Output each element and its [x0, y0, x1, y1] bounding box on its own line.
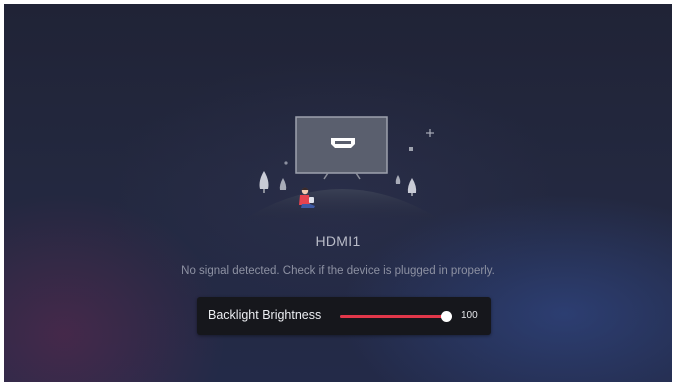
brightness-slider[interactable] — [340, 311, 452, 322]
sparkle-icon — [426, 129, 434, 137]
brightness-label: Backlight Brightness — [208, 308, 322, 322]
no-signal-message: No signal detected. Check if the device … — [181, 265, 495, 277]
source-title: HDMI1 — [315, 233, 361, 249]
sparkle-icon — [409, 147, 413, 151]
brightness-slider-thumb[interactable] — [441, 311, 452, 322]
backlight-brightness-panel: Backlight Brightness 100 — [197, 297, 491, 335]
tree-icon — [407, 178, 417, 196]
tree-icon — [259, 171, 269, 193]
tree-icon — [279, 178, 287, 190]
tree-icon — [395, 175, 401, 184]
hill — [240, 189, 444, 222]
tv-screen: HDMI1 No signal detected. Check if the d… — [4, 4, 672, 382]
hdmi-port-icon — [331, 138, 355, 148]
sparkle-icon — [284, 161, 288, 165]
brightness-slider-fill — [340, 315, 446, 318]
brightness-value: 100 — [461, 310, 478, 321]
